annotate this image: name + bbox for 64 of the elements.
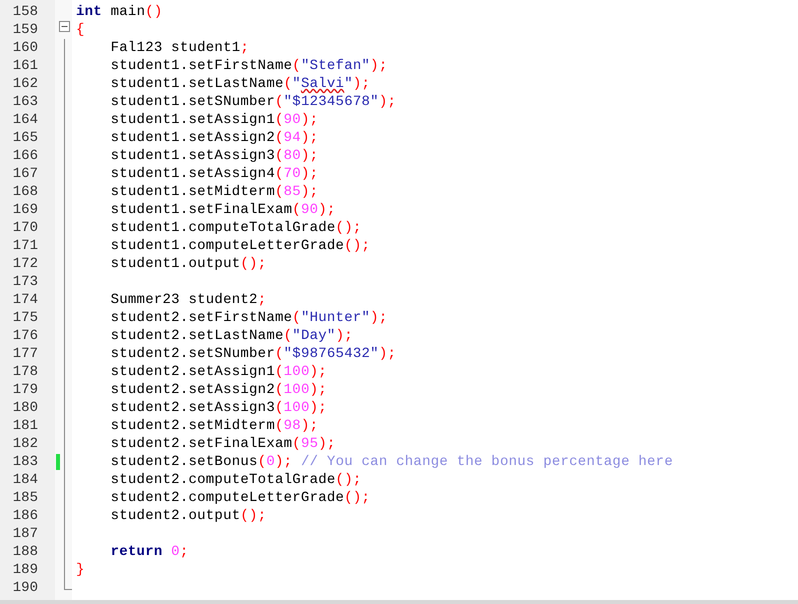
line-number: 170	[12, 220, 38, 236]
code-line: student2.setAssign2(100);	[110, 382, 327, 398]
code-line: student1.setLastName("Salvi");	[110, 76, 370, 92]
code-line: int main()	[76, 4, 163, 20]
code-line: }	[76, 562, 85, 578]
code-line: student2.computeTotalGrade();	[110, 472, 362, 488]
line-number: 179	[12, 382, 38, 398]
line-number: 185	[12, 490, 38, 506]
line-number: 162	[12, 76, 38, 92]
line-number: 167	[12, 166, 38, 182]
code-line: student2.setSNumber("$98765432");	[110, 346, 396, 362]
line-number: 177	[12, 346, 38, 362]
code-line: student2.output();	[110, 508, 266, 524]
line-number: 184	[12, 472, 38, 488]
line-number: 176	[12, 328, 38, 344]
line-number: 166	[12, 148, 38, 164]
line-number: 174	[12, 292, 38, 308]
line-number: 165	[12, 130, 38, 146]
code-line: student2.computeLetterGrade();	[110, 490, 370, 506]
code-line: student2.setFirstName("Hunter");	[110, 310, 388, 326]
code-line: student1.setMidterm(85);	[110, 184, 318, 200]
code-line: return 0;	[110, 544, 188, 560]
line-number: 182	[12, 436, 38, 452]
code-line: student1.setAssign4(70);	[110, 166, 318, 182]
code-line: student1.computeTotalGrade();	[110, 220, 362, 236]
code-line: {	[76, 22, 85, 38]
line-number: 181	[12, 418, 38, 434]
code-line: student1.setSNumber("$12345678");	[110, 94, 396, 110]
line-number: 190	[12, 580, 38, 596]
line-number: 161	[12, 58, 38, 74]
line-number: 169	[12, 202, 38, 218]
line-number: 163	[12, 94, 38, 110]
code-line: student1.computeLetterGrade();	[110, 238, 370, 254]
line-number: 180	[12, 400, 38, 416]
code-line: Summer23 student2;	[110, 292, 266, 308]
fold-collapse-icon[interactable]	[59, 21, 70, 32]
line-number: 159	[12, 22, 38, 38]
line-number: 158	[12, 4, 38, 20]
code-line: student1.setFirstName("Stefan");	[110, 58, 388, 74]
line-number: 188	[12, 544, 38, 560]
line-number: 160	[12, 40, 38, 56]
code-line: student2.setMidterm(98);	[110, 418, 318, 434]
code-line: student2.setAssign3(100);	[110, 400, 327, 416]
line-number: 183	[12, 454, 38, 470]
code-line: student1.setAssign1(90);	[110, 112, 318, 128]
code-line: student2.setFinalExam(95);	[110, 436, 336, 452]
code-line: student2.setBonus(0); // You can change the bonus percentage here	[110, 454, 673, 470]
line-number: 172	[12, 256, 38, 272]
line-number: 187	[12, 526, 38, 542]
code-line: student1.setAssign2(94);	[110, 130, 318, 146]
code-line: Fal123 student1;	[110, 40, 250, 56]
code-line: student1.output();	[110, 256, 266, 272]
line-number: 171	[12, 238, 38, 254]
code-line: student1.setAssign3(80);	[110, 148, 318, 164]
line-number: 189	[12, 562, 38, 578]
line-number: 186	[12, 508, 38, 524]
line-number: 164	[12, 112, 38, 128]
code-line: student2.setAssign1(100);	[110, 364, 327, 380]
line-number: 173	[12, 274, 38, 290]
line-number: 175	[12, 310, 38, 326]
code-line: student1.setFinalExam(90);	[110, 202, 336, 218]
line-number: 178	[12, 364, 38, 380]
line-number: 168	[12, 184, 38, 200]
code-line: student2.setLastName("Day");	[110, 328, 353, 344]
